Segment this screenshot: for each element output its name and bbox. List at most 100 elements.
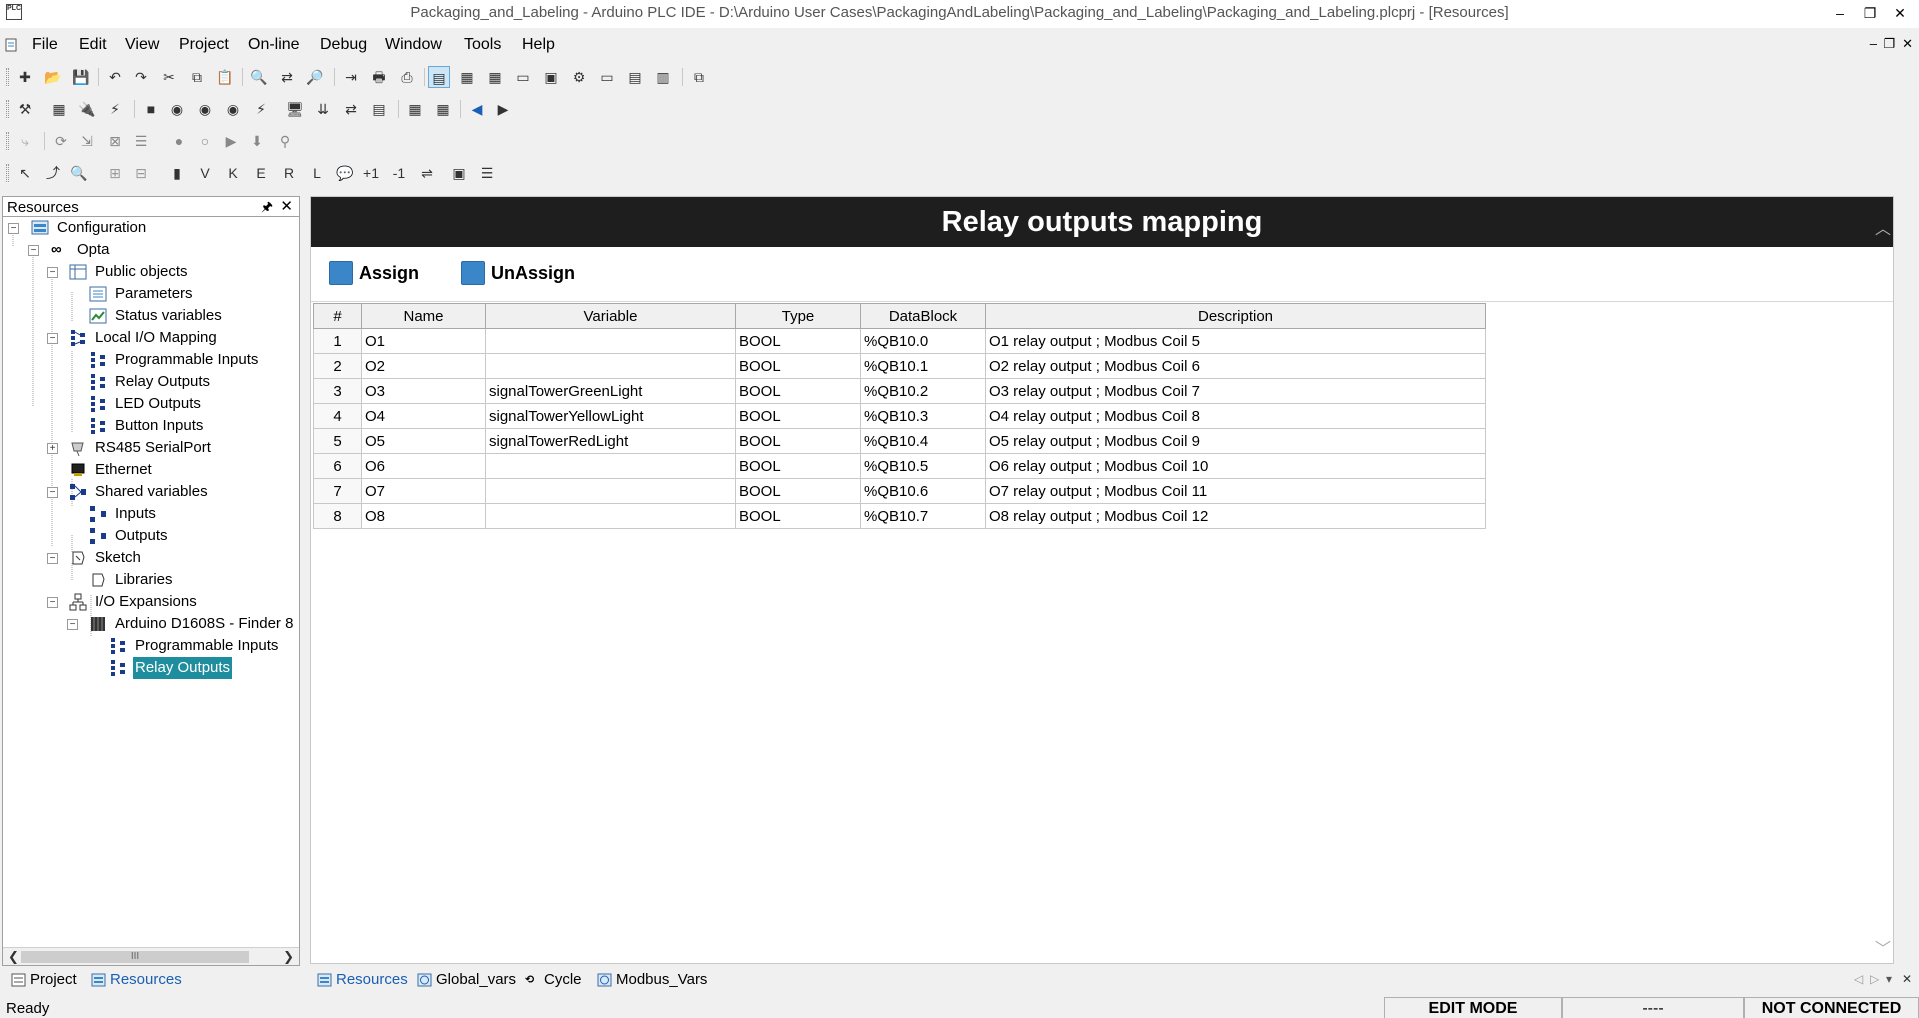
variable-cell[interactable]: signalTowerRedLight (485, 428, 736, 454)
variable-cell[interactable] (485, 503, 736, 529)
menu-project[interactable]: Project (175, 36, 233, 54)
table-row[interactable]: 7 O7 BOOL %QB10.6 O7 relay output ; Modb… (313, 478, 1486, 504)
zoom-icon[interactable]: 🔍 (68, 162, 90, 184)
expression-block-icon[interactable]: E (250, 162, 272, 184)
view-icon-4[interactable]: ▭ (512, 66, 534, 88)
minimize-button[interactable]: – (1825, 2, 1855, 24)
add-input-icon[interactable]: +1 (360, 162, 382, 184)
tab-resources[interactable]: Resources (88, 968, 188, 992)
menu-view[interactable]: View (121, 36, 163, 54)
en-eno-icon[interactable]: ⇌ (416, 162, 438, 184)
breakpoint-off-icon[interactable]: ○ (194, 130, 216, 152)
run-to-icon[interactable]: ⬇ (246, 130, 268, 152)
back-icon[interactable]: ◀ (466, 98, 488, 120)
download-icon[interactable]: ⇊ (312, 98, 334, 120)
scroll-left-icon[interactable]: ❮ (8, 948, 19, 966)
block-icon[interactable]: ⊞ (104, 162, 126, 184)
find-icon[interactable]: 🔍 (248, 66, 270, 88)
column-header-description[interactable]: Description (985, 303, 1486, 329)
column-header-datablock[interactable]: DataBlock (860, 303, 986, 329)
variable-cell[interactable] (485, 453, 736, 479)
panel-close-icon[interactable]: ✕ (280, 197, 293, 215)
toolbar-grip[interactable] (6, 132, 9, 150)
collapse-icon[interactable]: − (28, 245, 39, 256)
tab-close-icon[interactable]: ✕ (1902, 972, 1912, 986)
save-icon[interactable]: 💾 (70, 66, 92, 88)
mdi-close-button[interactable]: ✕ (1902, 36, 1913, 52)
variable-cell[interactable] (485, 328, 736, 354)
replace-icon[interactable]: ⇄ (276, 66, 298, 88)
cold-restart-icon[interactable]: ◉ (166, 98, 188, 120)
menu-edit[interactable]: Edit (75, 36, 111, 54)
warm-restart-icon[interactable]: ◉ (194, 98, 216, 120)
tab-project[interactable]: Project (8, 968, 86, 992)
tab-global-vars[interactable]: Global_vars (414, 968, 520, 992)
view-icon-5[interactable]: ▣ (540, 66, 562, 88)
view-icon-3[interactable]: ▦ (484, 66, 506, 88)
toolbar-grip[interactable] (6, 100, 9, 118)
unassign-button[interactable]: UnAssign (461, 259, 575, 287)
cut-icon[interactable]: ✂ (158, 66, 180, 88)
variable-cell[interactable] (485, 478, 736, 504)
table-row[interactable]: 5 O5 signalTowerRedLight BOOL %QB10.4 O5… (313, 428, 1486, 454)
scroll-up-icon[interactable]: ︿ (1875, 215, 1891, 239)
assign-button[interactable]: Assign (329, 259, 419, 287)
menu-help[interactable]: Help (518, 36, 559, 54)
grid-icon[interactable]: ▦ (404, 98, 426, 120)
block-2-icon[interactable]: ⊟ (130, 162, 152, 184)
collapse-icon[interactable]: − (8, 223, 19, 234)
view-icon-7[interactable]: ▭ (596, 66, 618, 88)
table-row[interactable]: 4 O4 signalTowerYellowLight BOOL %QB10.3… (313, 403, 1486, 429)
target-icon[interactable]: 🖥 (284, 98, 306, 120)
mdi-minimize-button[interactable]: – (1870, 36, 1877, 51)
view-icon-2[interactable]: ▦ (456, 66, 478, 88)
collapse-icon[interactable]: − (47, 267, 58, 278)
copy-icon[interactable]: ⧉ (186, 66, 208, 88)
column-header-variable[interactable]: Variable (485, 303, 736, 329)
column-header-name[interactable]: Name (361, 303, 486, 329)
hot-restart-icon[interactable]: ◉ (222, 98, 244, 120)
view-icon-9[interactable]: ▥ (652, 66, 674, 88)
pointer-icon[interactable]: ↖ (14, 162, 36, 184)
menu-tools[interactable]: Tools (460, 36, 505, 54)
tab-menu-icon[interactable]: ▾ (1886, 972, 1892, 986)
menu-debug[interactable]: Debug (316, 36, 371, 54)
table-row[interactable]: 8 O8 BOOL %QB10.7 O8 relay output ; Modb… (313, 503, 1486, 529)
restore-button[interactable]: ❐ (1855, 2, 1885, 24)
scroll-thumb[interactable]: III (21, 951, 249, 963)
import-icon[interactable]: ⇥ (340, 66, 362, 88)
table-row[interactable]: 6 O6 BOOL %QB10.5 O6 relay output ; Modb… (313, 453, 1486, 479)
tab-cycle[interactable]: ⟲ Cycle (522, 968, 592, 992)
scroll-right-icon[interactable]: ❯ (283, 948, 294, 966)
function-block-icon[interactable]: ▮ (166, 162, 188, 184)
undo-icon[interactable]: ↶ (104, 66, 126, 88)
step-into-icon[interactable]: ⇲ (76, 130, 98, 152)
variable-cell[interactable]: signalTowerYellowLight (485, 403, 736, 429)
debug-icon[interactable]: ⤷ (14, 130, 36, 152)
full-screen-icon[interactable]: ⧉ (688, 66, 710, 88)
menu-file[interactable]: File (28, 36, 62, 54)
collapse-icon[interactable]: − (47, 487, 58, 498)
reboot-icon[interactable]: ⚡ (250, 98, 272, 120)
indent-icon[interactable]: ☰ (476, 162, 498, 184)
scroll-down-icon[interactable]: ﹀ (1875, 935, 1891, 959)
menu-online[interactable]: On-line (244, 36, 304, 54)
remove-input-icon[interactable]: -1 (388, 162, 410, 184)
tab-next-icon[interactable]: ▷ (1870, 972, 1879, 986)
run-icon[interactable]: ▶ (220, 130, 242, 152)
paste-icon[interactable]: 📋 (214, 66, 236, 88)
collapse-icon[interactable]: − (47, 597, 58, 608)
watch-icon[interactable]: ⇄ (340, 98, 362, 120)
toolbar-grip[interactable] (6, 164, 9, 182)
menu-window[interactable]: Window (381, 36, 446, 54)
variable-block-icon[interactable]: V (194, 162, 216, 184)
horizontal-scrollbar[interactable]: ❮ III ❯ (3, 947, 299, 965)
variable-cell[interactable]: signalTowerGreenLight (485, 378, 736, 404)
watch-point-icon[interactable]: ⚲ (274, 130, 296, 152)
column-header-type[interactable]: Type (735, 303, 861, 329)
tab-resources-doc[interactable]: Resources (314, 968, 412, 992)
close-button[interactable]: ✕ (1885, 2, 1915, 24)
view-icon-8[interactable]: ▤ (624, 66, 646, 88)
connect-line-icon[interactable]: ⤴ (42, 162, 64, 184)
collapse-icon[interactable]: − (67, 619, 78, 630)
